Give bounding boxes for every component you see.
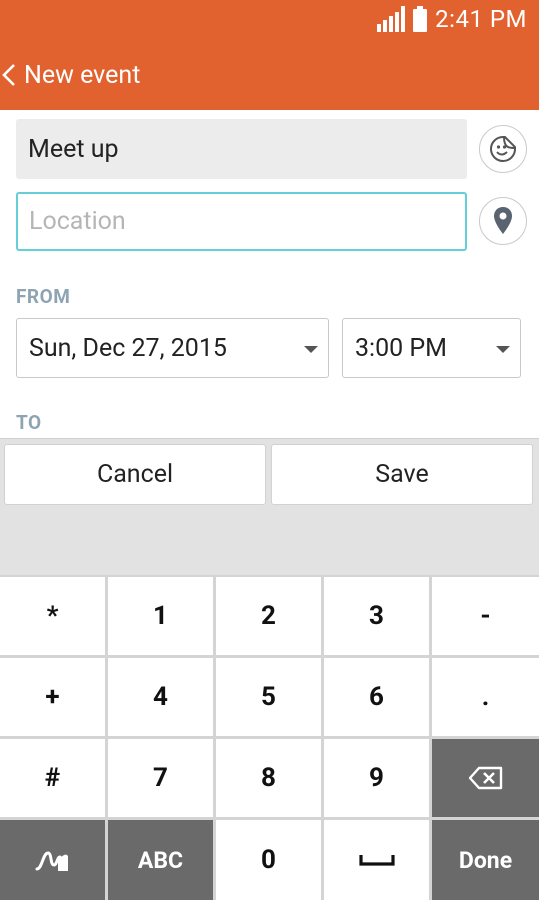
- key-2[interactable]: 2: [216, 577, 321, 655]
- key-hash[interactable]: #: [0, 739, 105, 817]
- key-9[interactable]: 9: [324, 739, 429, 817]
- key-8[interactable]: 8: [216, 739, 321, 817]
- done-key[interactable]: Done: [432, 820, 539, 900]
- key-7[interactable]: 7: [108, 739, 213, 817]
- space-bar-icon: [358, 855, 395, 866]
- status-bar: 2:41 PM: [0, 0, 539, 40]
- from-date-dropdown[interactable]: Sun, Dec 27, 2015: [16, 318, 329, 378]
- key-0[interactable]: 0: [216, 820, 321, 900]
- from-time-value: 3:00 PM: [355, 333, 448, 363]
- status-time: 2:41 PM: [435, 5, 527, 33]
- space-key[interactable]: [324, 820, 429, 900]
- save-button[interactable]: Save: [271, 444, 533, 505]
- handwriting-key[interactable]: [0, 820, 105, 900]
- map-pin-icon: [494, 207, 512, 234]
- key-minus[interactable]: -: [432, 577, 539, 655]
- backspace-key[interactable]: [432, 739, 539, 817]
- signal-strength-icon: [377, 6, 406, 32]
- sticker-smiley-icon: [490, 136, 516, 162]
- battery-icon: [413, 6, 428, 32]
- key-6[interactable]: 6: [324, 658, 429, 736]
- event-title-field[interactable]: Meet up: [16, 119, 467, 179]
- dropdown-arrow-icon: [496, 346, 510, 353]
- from-time-dropdown[interactable]: 3:00 PM: [342, 318, 521, 378]
- key-5[interactable]: 5: [216, 658, 321, 736]
- key-plus[interactable]: +: [0, 658, 105, 736]
- from-date-value: Sun, Dec 27, 2015: [29, 333, 227, 363]
- key-period[interactable]: .: [432, 658, 539, 736]
- location-button[interactable]: [479, 197, 527, 245]
- chevron-left-icon: [2, 64, 15, 86]
- backspace-icon: [468, 766, 502, 790]
- to-label: TO: [16, 411, 42, 434]
- numeric-keyboard: * 1 2 3 - + 4 5 6 . # 7 8 9 ABC 0 Done: [0, 575, 539, 900]
- handwriting-icon: [35, 851, 68, 871]
- key-asterisk[interactable]: *: [0, 577, 105, 655]
- abc-key[interactable]: ABC: [108, 820, 213, 900]
- from-label: FROM: [16, 285, 71, 308]
- status-indicators: 2:41 PM: [377, 4, 527, 34]
- key-3[interactable]: 3: [324, 577, 429, 655]
- location-input[interactable]: Location: [16, 192, 467, 251]
- back-button[interactable]: New event: [0, 40, 140, 110]
- page-title: New event: [24, 60, 141, 90]
- key-4[interactable]: 4: [108, 658, 213, 736]
- sticker-button[interactable]: [479, 125, 527, 173]
- dropdown-arrow-icon: [304, 346, 318, 353]
- cancel-button[interactable]: Cancel: [4, 444, 266, 505]
- key-1[interactable]: 1: [108, 577, 213, 655]
